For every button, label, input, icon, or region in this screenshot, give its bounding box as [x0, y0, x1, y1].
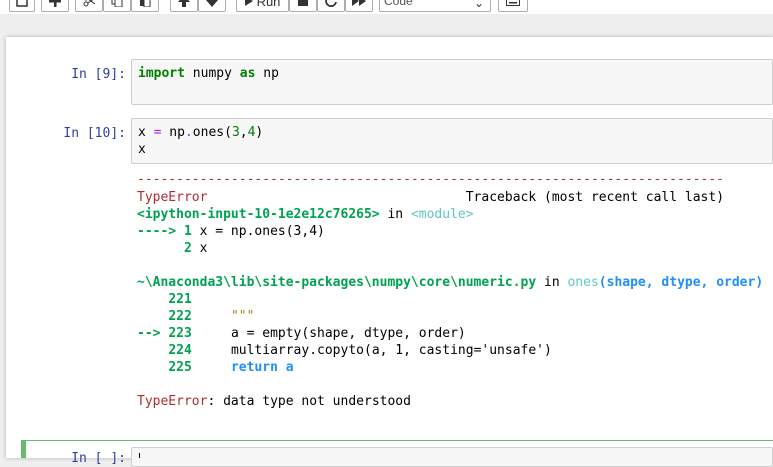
restart-button[interactable]: [317, 0, 345, 12]
keyboard-icon: [506, 0, 520, 6]
save-icon: [16, 0, 28, 7]
cut-icon: [83, 0, 95, 7]
paste-icon: [139, 0, 151, 7]
traceback-source-line: 221: [168, 292, 192, 307]
run-label: Run: [256, 0, 281, 9]
traceback-header: TypeError Traceback (most recent call la…: [137, 189, 724, 206]
text-cursor: [139, 453, 140, 458]
paste-button[interactable]: [131, 0, 159, 12]
stop-icon: [298, 0, 308, 6]
copy-icon: [111, 0, 123, 7]
move-up-icon: [178, 0, 190, 7]
save-button[interactable]: [9, 0, 35, 12]
code-line: x: [138, 142, 146, 157]
traceback-source-line: 225 return a: [168, 360, 294, 375]
move-down-button[interactable]: [198, 0, 226, 12]
traceback-source-line: 222 """: [168, 309, 255, 324]
code-line: x = np.ones(3,4): [138, 125, 264, 140]
cell-10-input[interactable]: x = np.ones(3,4) x: [131, 118, 773, 164]
traceback-source-line: --> 223 a = empty(shape, dtype, order): [137, 326, 466, 341]
add-cell-icon: [49, 0, 61, 7]
traceback-input-ref: <ipython-input-10-1e2e12c76265> in <modu…: [137, 207, 474, 222]
cell-empty-prompt: In [ ]:: [71, 451, 126, 466]
command-palette-button[interactable]: [498, 0, 528, 12]
chevron-down-icon: ⌄: [473, 0, 484, 10]
cell-type-value: Code: [384, 0, 413, 8]
notebook-toolbar: Run Code ⌄: [0, 0, 773, 14]
restart-icon: [325, 0, 337, 7]
copy-button[interactable]: [103, 0, 131, 12]
move-up-button[interactable]: [170, 0, 198, 12]
cell-empty-input[interactable]: [131, 447, 773, 467]
run-button[interactable]: Run: [236, 0, 289, 12]
restart-run-all-button[interactable]: [345, 0, 373, 12]
fast-forward-icon: [352, 0, 366, 6]
cell-9-input[interactable]: import numpy as np: [131, 59, 773, 105]
error-name: TypeError: [137, 190, 208, 205]
cut-button[interactable]: [75, 0, 103, 12]
traceback-file-frame: ~\Anaconda3\lib\site-packages\numpy\core…: [137, 275, 764, 290]
add-cell-button[interactable]: [41, 0, 69, 12]
run-icon: [244, 0, 253, 6]
traceback-source-line: 224 multiarray.copyto(a, 1, casting='uns…: [168, 343, 552, 358]
interrupt-button[interactable]: [289, 0, 317, 12]
traceback-divider: ----------------------------------------…: [137, 172, 724, 187]
traceback-line-1: ----> 1 x = np.ones(3,4): [137, 224, 325, 239]
cell-type-select[interactable]: Code ⌄: [379, 0, 491, 12]
code-line: import numpy as np: [138, 66, 279, 81]
traceback-line-2: 2 x: [183, 241, 208, 256]
traceback-label: Traceback (most recent call last): [465, 190, 725, 205]
final-error: TypeError: data type not understood: [137, 394, 411, 409]
cell-9-prompt: In [9]:: [71, 67, 126, 82]
cell-10-prompt: In [10]:: [63, 126, 126, 141]
move-down-icon: [206, 0, 218, 7]
